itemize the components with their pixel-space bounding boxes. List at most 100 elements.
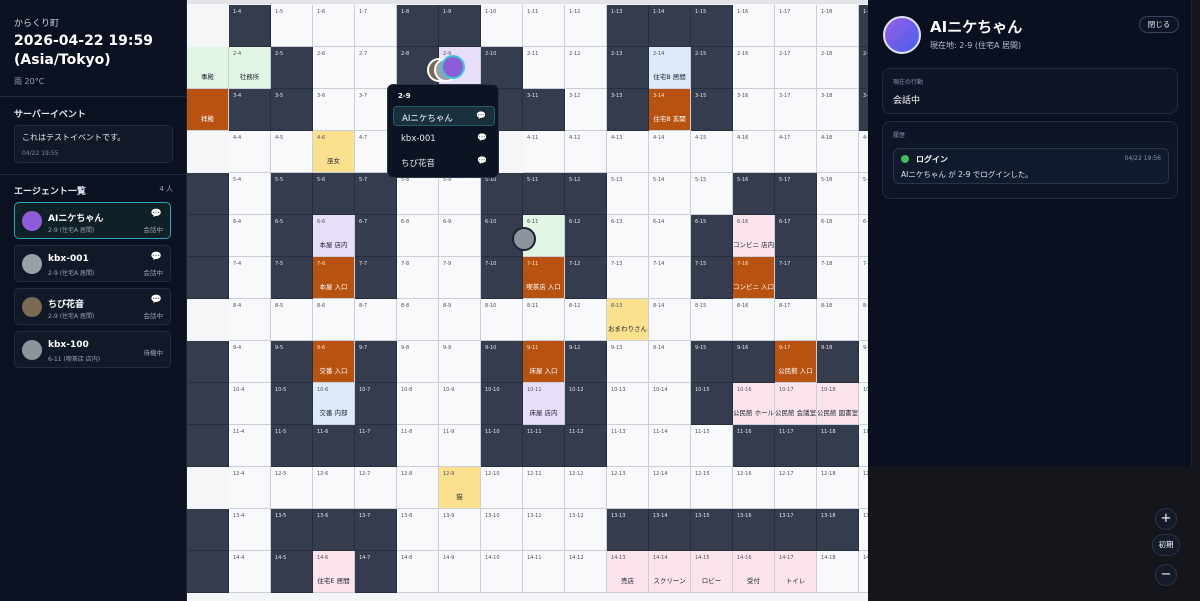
- map-cell[interactable]: 12-18: [817, 467, 859, 509]
- map-cell[interactable]: 2-5: [271, 47, 313, 89]
- map-cell[interactable]: 6-4: [229, 215, 271, 257]
- map-cell[interactable]: 10-9: [439, 383, 481, 425]
- map-cell[interactable]: 14-15 ロビー: [691, 551, 733, 593]
- map-cell[interactable]: 2-17: [775, 47, 817, 89]
- map-cell[interactable]: 2-18: [817, 47, 859, 89]
- map-cell[interactable]: 14-12: [565, 551, 607, 593]
- map-cell[interactable]: 5-17: [775, 173, 817, 215]
- map-cell[interactable]: 8-17: [775, 299, 817, 341]
- agent-card[interactable]: kbx-100 6-11 (喫茶店 店内) 待機中: [14, 331, 171, 368]
- map-cell[interactable]: 6-17: [775, 215, 817, 257]
- map-cell[interactable]: 5-14: [649, 173, 691, 215]
- map-cell[interactable]: 13-12: [565, 509, 607, 551]
- map-cell[interactable]: 5-9: [439, 173, 481, 215]
- map-cell[interactable]: 2-10: [481, 47, 523, 89]
- map-cell[interactable]: 11-8: [397, 425, 439, 467]
- map-cell[interactable]: 12-16: [733, 467, 775, 509]
- map-cell[interactable]: 1-14: [649, 5, 691, 47]
- map-cell[interactable]: 7-10: [481, 257, 523, 299]
- map-cell[interactable]: 12-4: [229, 467, 271, 509]
- map-cell[interactable]: 2-12: [565, 47, 607, 89]
- map-cell[interactable]: 6-18: [817, 215, 859, 257]
- map-cell[interactable]: 9-12: [565, 341, 607, 383]
- map-cell[interactable]: 11-6: [313, 425, 355, 467]
- map-cell[interactable]: 11-10: [481, 425, 523, 467]
- map-cell[interactable]: 4-6 巫女: [313, 131, 355, 173]
- map-cell[interactable]: 7-18: [817, 257, 859, 299]
- map-cell[interactable]: 6-14: [649, 215, 691, 257]
- map-cell[interactable]: 4-5: [271, 131, 313, 173]
- map-cell[interactable]: 1-12: [565, 5, 607, 47]
- map-cell[interactable]: 6-5: [271, 215, 313, 257]
- map-cell[interactable]: 2-4 社務所: [229, 47, 271, 89]
- map-cell[interactable]: 4-16: [733, 131, 775, 173]
- map-cell[interactable]: 13-6: [313, 509, 355, 551]
- town-map[interactable]: 1-4 1-5 1-6 1-7 1-8 1-9 1-10 1-11 1-12 1-13 1-14 1-…: [187, 0, 868, 601]
- map-cell[interactable]: 7-11 喫茶店 入口: [523, 257, 565, 299]
- map-cell[interactable]: 8-7: [355, 299, 397, 341]
- map-cell[interactable]: 13-11: [523, 509, 565, 551]
- map-cell[interactable]: 5-15: [691, 173, 733, 215]
- map-cell[interactable]: 14-18: [817, 551, 859, 593]
- map-cell[interactable]: 9-10: [481, 341, 523, 383]
- map-cell[interactable]: 9-8: [397, 341, 439, 383]
- map-cell[interactable]: 13-5: [271, 509, 313, 551]
- map-cell[interactable]: 12-10: [481, 467, 523, 509]
- map-cell[interactable]: 事殿: [187, 47, 229, 89]
- map-cell[interactable]: 10-17 公民館 会議室: [775, 383, 817, 425]
- map-cell[interactable]: 5-18: [817, 173, 859, 215]
- map-cell[interactable]: 10-6 交番 内部: [313, 383, 355, 425]
- map-cell[interactable]: 1-8: [397, 5, 439, 47]
- zoom-in-button[interactable]: +: [1155, 508, 1177, 530]
- map-cell[interactable]: 13-15: [691, 509, 733, 551]
- map-cell[interactable]: [187, 341, 229, 383]
- map-cell[interactable]: 14-13 売店: [607, 551, 649, 593]
- map-cell[interactable]: 8-11: [523, 299, 565, 341]
- map-cell[interactable]: 9-6 交番 入口: [313, 341, 355, 383]
- map-agent-ai-nike[interactable]: [441, 55, 465, 79]
- map-cell[interactable]: 6-19: [859, 215, 868, 257]
- map-cell[interactable]: 14-17 トイレ: [775, 551, 817, 593]
- map-cell[interactable]: 6-13: [607, 215, 649, 257]
- map-cell[interactable]: 拝殿: [187, 89, 229, 131]
- map-cell[interactable]: 5-8: [397, 173, 439, 215]
- map-cell[interactable]: 7-13: [607, 257, 649, 299]
- map-cell[interactable]: 14-9: [439, 551, 481, 593]
- map-cell[interactable]: 14-11: [523, 551, 565, 593]
- map-cell[interactable]: 6-9: [439, 215, 481, 257]
- map-cell[interactable]: 1-10: [481, 5, 523, 47]
- map-cell[interactable]: 2-16: [733, 47, 775, 89]
- map-cell[interactable]: 8-14: [649, 299, 691, 341]
- map-cell[interactable]: 9-13: [607, 341, 649, 383]
- map-cell[interactable]: 2-11: [523, 47, 565, 89]
- map-cell[interactable]: 7-14: [649, 257, 691, 299]
- map-cell[interactable]: 1-19: [859, 5, 868, 47]
- zoom-reset-button[interactable]: 初期: [1152, 534, 1180, 556]
- map-cell[interactable]: 13-8: [397, 509, 439, 551]
- map-cell[interactable]: 14-4: [229, 551, 271, 593]
- map-cell[interactable]: 14-14 スクリーン: [649, 551, 691, 593]
- map-cell[interactable]: 14-10: [481, 551, 523, 593]
- map-cell[interactable]: 10-8: [397, 383, 439, 425]
- map-cell[interactable]: 1-16: [733, 5, 775, 47]
- map-cell[interactable]: 3-12: [565, 89, 607, 131]
- map-cell[interactable]: 10-7: [355, 383, 397, 425]
- map-cell[interactable]: 13-16: [733, 509, 775, 551]
- map-cell[interactable]: 10-4: [229, 383, 271, 425]
- map-cell[interactable]: 10-15: [691, 383, 733, 425]
- map-cell[interactable]: 5-10: [481, 173, 523, 215]
- map-cell[interactable]: 12-19: [859, 467, 868, 509]
- map-cell[interactable]: 11-17: [775, 425, 817, 467]
- map-cell[interactable]: 5-7: [355, 173, 397, 215]
- map-cell[interactable]: 7-8: [397, 257, 439, 299]
- map-cell[interactable]: 8-6: [313, 299, 355, 341]
- map-cell[interactable]: 8-18: [817, 299, 859, 341]
- popup-agent-item[interactable]: AIニケちゃん 💬: [393, 106, 495, 126]
- map-cell[interactable]: 2-6: [313, 47, 355, 89]
- map-cell[interactable]: 4-18: [817, 131, 859, 173]
- map-cell[interactable]: 5-5: [271, 173, 313, 215]
- map-cell[interactable]: [187, 509, 229, 551]
- map-cell[interactable]: 6-15: [691, 215, 733, 257]
- map-cell[interactable]: 13-19: [859, 509, 868, 551]
- map-cell[interactable]: 4-11: [523, 131, 565, 173]
